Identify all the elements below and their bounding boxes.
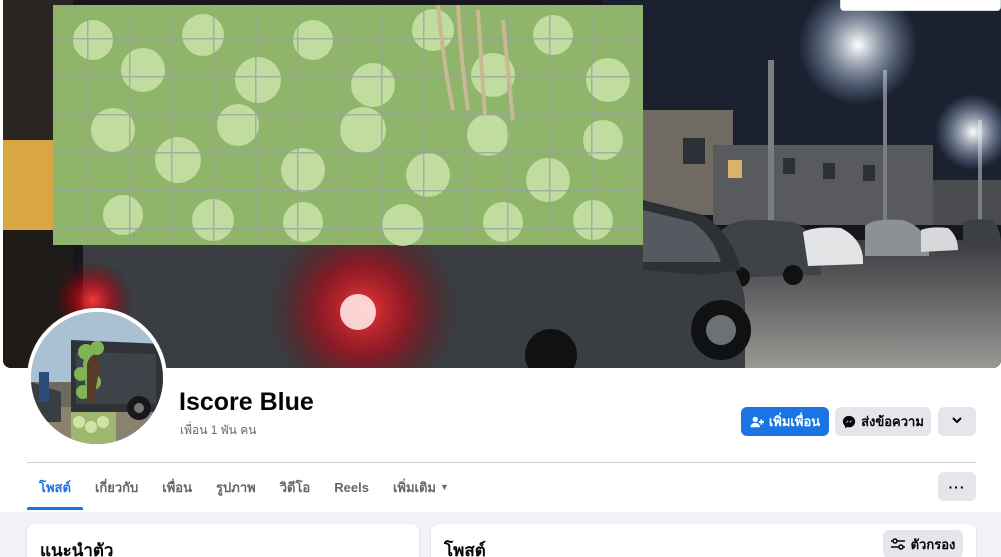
tab-posts[interactable]: โพสต์ xyxy=(27,464,83,510)
tab-label: เพิ่มเติม xyxy=(392,479,436,495)
tab-friends[interactable]: เพื่อน xyxy=(150,464,204,510)
posts-title: โพสต์ xyxy=(444,541,486,557)
tab-label: วิดีโอ xyxy=(279,479,311,495)
message-button[interactable]: ส่งข้อความ xyxy=(835,407,931,436)
intro-title: แนะนำตัว xyxy=(40,541,114,557)
filter-label: ตัวกรอง xyxy=(910,536,956,552)
tabs-more-options-button[interactable]: ··· xyxy=(938,472,976,501)
cover-photo[interactable] xyxy=(3,0,1001,368)
posts-card: โพสต์ ตัวกรอง xyxy=(431,524,976,557)
messenger-icon xyxy=(842,415,856,429)
tab-videos[interactable]: วิดีโอ xyxy=(268,464,323,510)
friend-count[interactable]: เพื่อน 1 พัน คน xyxy=(180,421,256,440)
dropdown-panel-edge xyxy=(840,0,1001,11)
add-friend-button[interactable]: เพิ่มเพื่อน xyxy=(741,407,829,436)
tab-reels[interactable]: Reels xyxy=(322,464,381,510)
tab-about[interactable]: เกี่ยวกับ xyxy=(83,464,150,510)
filter-sliders-icon xyxy=(890,538,905,550)
header-divider xyxy=(27,462,976,463)
filter-button[interactable]: ตัวกรอง xyxy=(883,530,963,557)
tab-label: รูปภาพ xyxy=(216,479,256,495)
profile-tabs: โพสต์ เกี่ยวกับ เพื่อน รูปภาพ วิดีโอ Ree… xyxy=(27,464,461,510)
profile-header: Iscore Blue เพื่อน 1 พัน คน เพิ่มเพื่อน … xyxy=(0,0,1001,512)
add-person-icon xyxy=(750,415,764,429)
intro-card: แนะนำตัว xyxy=(27,524,419,557)
chevron-down-icon xyxy=(951,414,963,429)
add-friend-label: เพิ่มเพื่อน xyxy=(768,414,821,429)
caret-down-icon: ▼ xyxy=(440,482,449,492)
profile-more-button[interactable] xyxy=(938,407,976,436)
message-label: ส่งข้อความ xyxy=(861,414,924,429)
tab-label: โพสต์ xyxy=(39,479,71,495)
tab-photos[interactable]: รูปภาพ xyxy=(204,464,268,510)
profile-name: Iscore Blue xyxy=(179,388,314,416)
tab-label: เพื่อน xyxy=(162,479,193,495)
tab-label: เกี่ยวกับ xyxy=(94,479,139,495)
profile-avatar[interactable] xyxy=(27,308,167,448)
tab-more[interactable]: เพิ่มเติม ▼ xyxy=(381,464,461,510)
tab-label: Reels xyxy=(334,479,369,495)
more-dots-icon: ··· xyxy=(948,478,966,495)
